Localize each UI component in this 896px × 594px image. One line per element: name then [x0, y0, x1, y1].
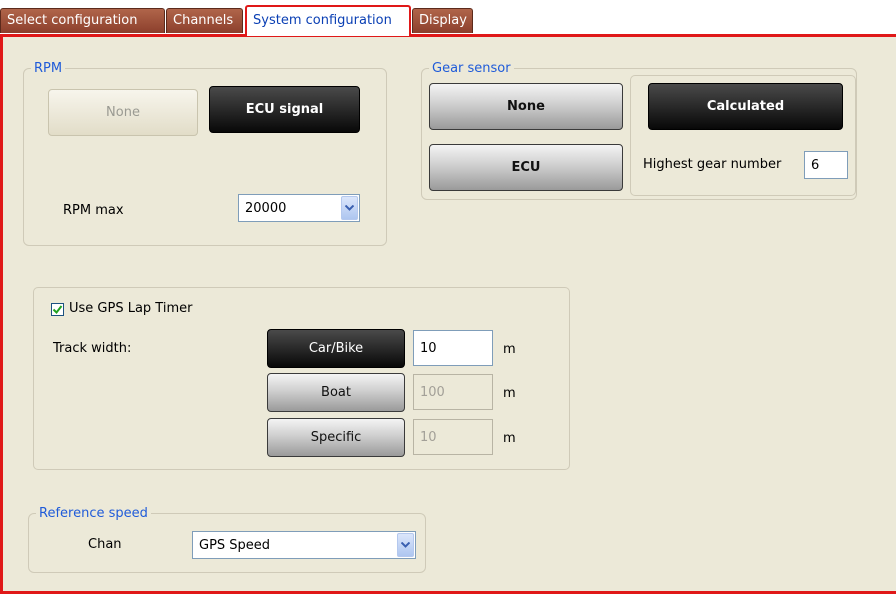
rpm-max-select[interactable]: 20000: [238, 194, 360, 222]
rpm-legend: RPM: [34, 61, 63, 76]
gear-calculated-button[interactable]: Calculated: [648, 83, 843, 130]
chevron-down-icon[interactable]: [341, 196, 358, 220]
gear-sensor-legend: Gear sensor: [432, 61, 511, 76]
tab-system-configuration[interactable]: System configuration: [245, 5, 411, 36]
rpm-max-value: 20000: [245, 200, 287, 216]
use-gps-checkbox[interactable]: [51, 303, 64, 316]
reference-speed-legend: Reference speed: [39, 506, 148, 521]
system-configuration-panel: RPM None ECU signal RPM max 20000 Gear s…: [0, 34, 896, 594]
rpm-none-button[interactable]: None: [48, 89, 198, 136]
chan-label: Chan: [88, 537, 122, 552]
track-width-label: Track width:: [53, 341, 132, 356]
rpm-max-label: RPM max: [63, 203, 124, 218]
car-bike-width-input[interactable]: 10: [413, 330, 493, 366]
specific-width-input[interactable]: 10: [413, 419, 493, 455]
reference-channel-select[interactable]: GPS Speed: [192, 531, 416, 559]
tab-select-configuration[interactable]: Select configuration: [0, 8, 165, 33]
use-gps-label[interactable]: Use GPS Lap Timer: [69, 301, 192, 316]
gear-ecu-button[interactable]: ECU: [429, 144, 623, 191]
checkmark-icon: [52, 305, 63, 315]
tab-channels[interactable]: Channels: [166, 8, 243, 33]
rpm-ecu-signal-button[interactable]: ECU signal: [209, 86, 360, 133]
boat-unit: m: [503, 386, 516, 401]
car-bike-button[interactable]: Car/Bike: [267, 329, 405, 368]
tab-display[interactable]: Display: [412, 8, 473, 33]
boat-button[interactable]: Boat: [267, 373, 405, 412]
gear-none-button[interactable]: None: [429, 83, 623, 130]
specific-button[interactable]: Specific: [267, 418, 405, 457]
boat-width-input[interactable]: 100: [413, 374, 493, 410]
highest-gear-label: Highest gear number: [643, 157, 782, 172]
car-bike-unit: m: [503, 342, 516, 357]
highest-gear-input[interactable]: 6: [804, 151, 848, 179]
reference-channel-value: GPS Speed: [199, 537, 271, 553]
chevron-down-icon[interactable]: [397, 533, 414, 557]
specific-unit: m: [503, 431, 516, 446]
